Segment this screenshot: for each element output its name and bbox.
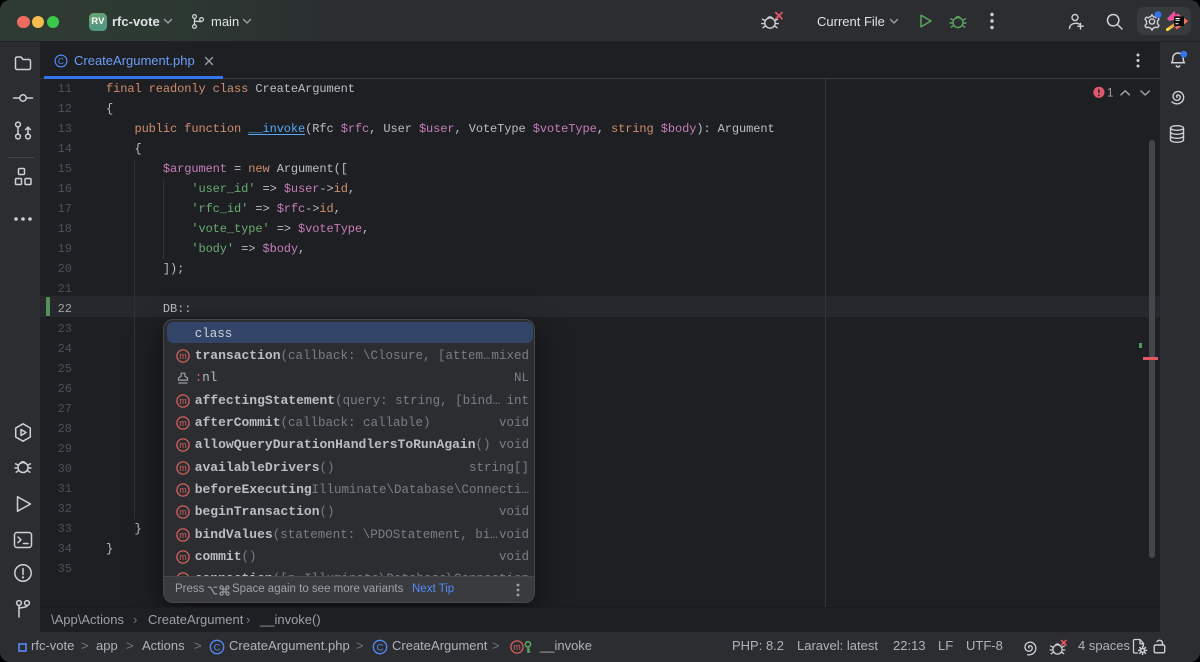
svg-text:C: C bbox=[58, 56, 64, 66]
svg-text:m: m bbox=[179, 440, 187, 450]
svg-text:m: m bbox=[179, 485, 187, 495]
svg-text:m: m bbox=[179, 530, 187, 540]
svg-text:m: m bbox=[179, 507, 187, 517]
svg-text:m: m bbox=[179, 552, 187, 562]
svg-text:m: m bbox=[513, 642, 521, 652]
svg-text:C: C bbox=[214, 643, 221, 654]
svg-text:C: C bbox=[377, 643, 384, 654]
svg-text:1: 1 bbox=[1107, 87, 1113, 99]
svg-text:m: m bbox=[179, 418, 187, 428]
svg-text:m: m bbox=[179, 351, 187, 361]
svg-text:m: m bbox=[179, 463, 187, 473]
svg-text:m: m bbox=[179, 396, 187, 406]
